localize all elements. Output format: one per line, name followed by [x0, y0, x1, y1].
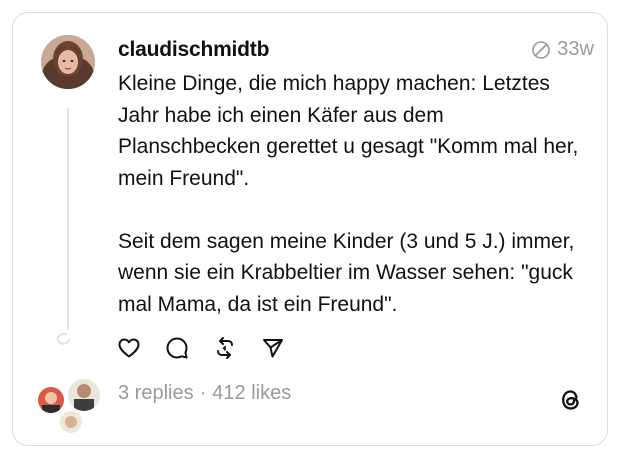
replier-avatar [66, 377, 102, 413]
post-stats: 3 replies · 412 likes [118, 382, 291, 405]
thread-line [67, 108, 69, 330]
replier-avatar [36, 385, 66, 415]
author-username[interactable]: claudischmidtb [118, 38, 269, 62]
send-icon [263, 339, 283, 358]
thread-loop-icon [56, 332, 70, 345]
repost-icon [217, 337, 233, 359]
share-button[interactable] [261, 336, 285, 360]
author-avatar[interactable] [41, 35, 95, 89]
post-meta: 33w [531, 38, 594, 61]
post-paragraph: Kleine Dinge, die mich happy machen: Let… [118, 72, 579, 190]
post-body: Kleine Dinge, die mich happy machen: Let… [118, 68, 588, 320]
like-button[interactable] [117, 336, 141, 360]
heart-icon [118, 338, 140, 358]
replier-avatar [58, 409, 84, 435]
post-actions [117, 336, 285, 360]
stats-separator: · [199, 382, 207, 404]
reply-button[interactable] [165, 336, 189, 360]
comment-icon [166, 337, 188, 359]
likes-count[interactable]: 412 likes [212, 382, 291, 405]
post-time[interactable]: 33w [557, 38, 594, 61]
threads-logo-icon[interactable] [557, 386, 585, 414]
edited-clock-icon [532, 40, 551, 59]
replier-avatars[interactable] [36, 377, 102, 435]
post-paragraph: Seit dem sagen meine Kinder (3 und 5 J.)… [118, 229, 575, 316]
replies-count[interactable]: 3 replies [118, 382, 194, 405]
repost-button[interactable] [213, 336, 237, 360]
